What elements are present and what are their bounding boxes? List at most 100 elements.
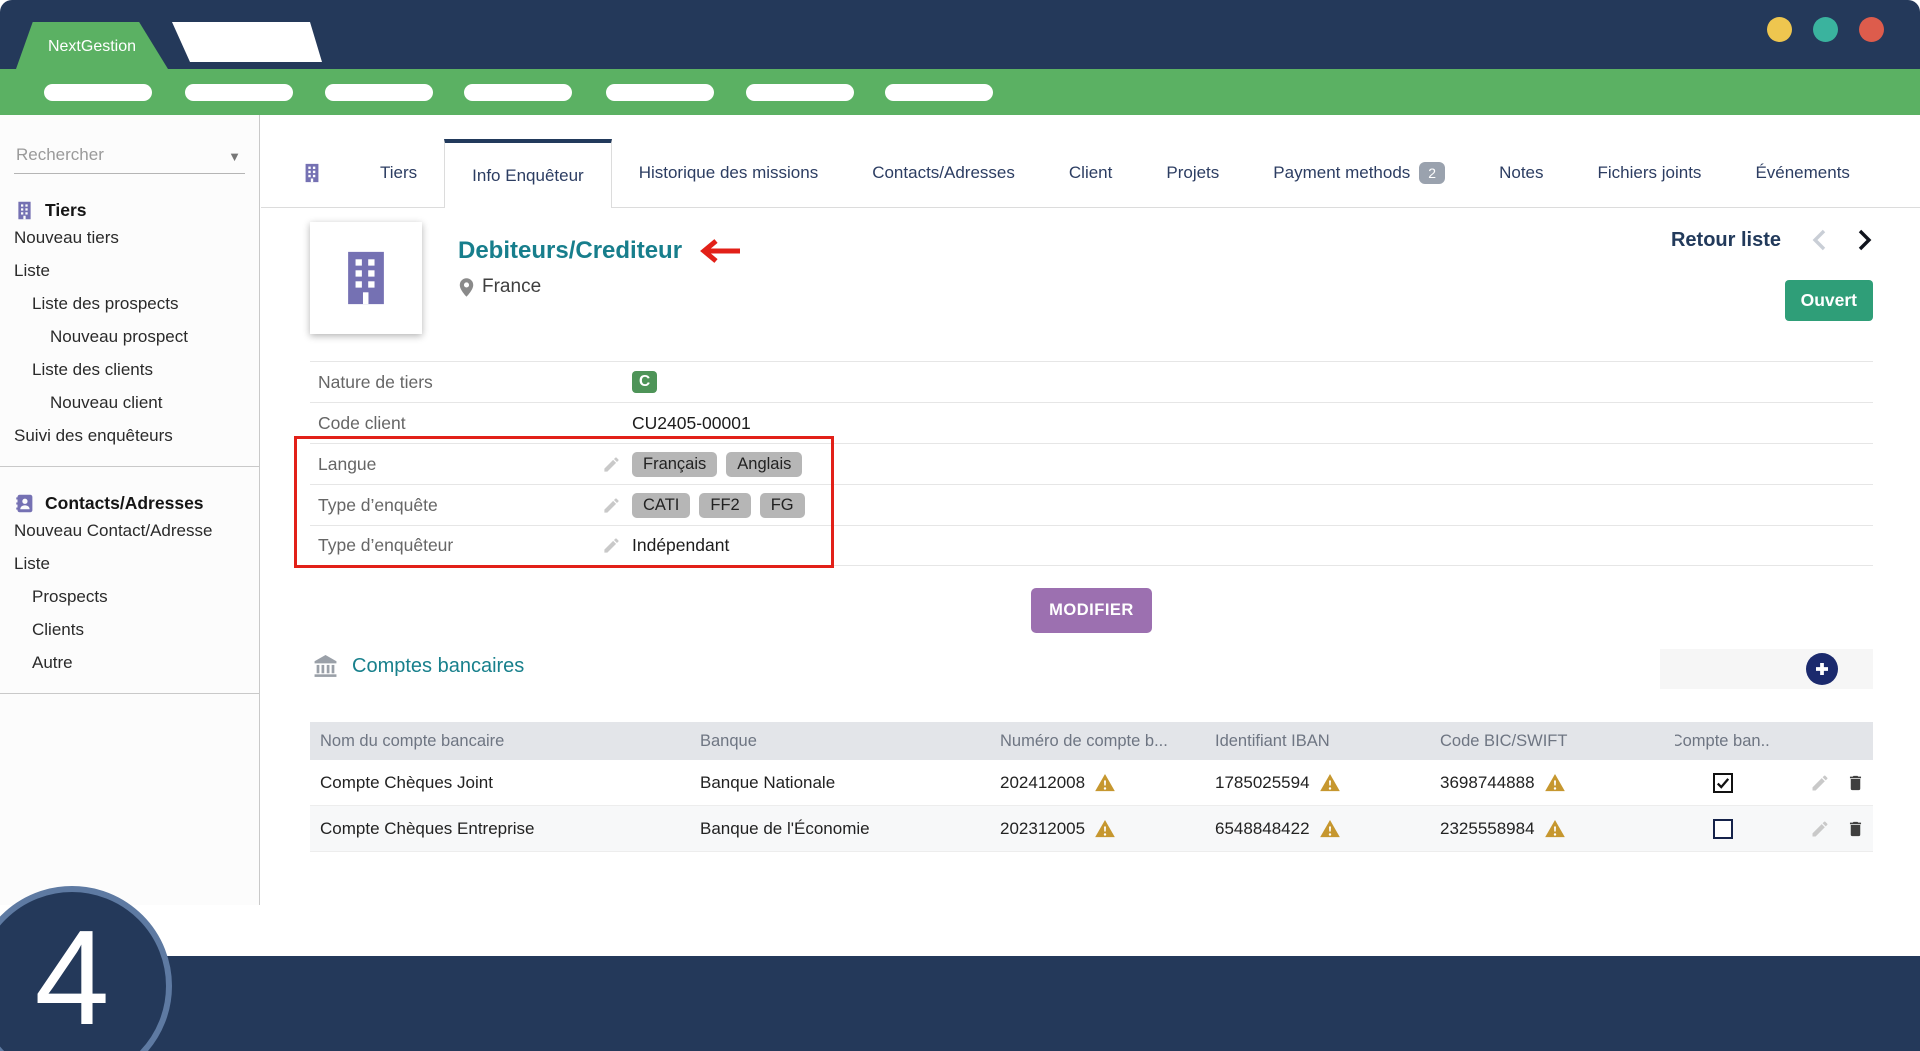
warning-icon (1545, 774, 1565, 792)
building-icon (301, 162, 323, 184)
tab-projets[interactable]: Projets (1139, 139, 1246, 207)
cell-bank: Banque de l'Économie (690, 819, 990, 839)
field-row-nature: Nature de tiers C (310, 361, 1873, 402)
tab-evenements[interactable]: Événements (1728, 139, 1877, 207)
warning-icon (1545, 820, 1565, 838)
cell-number: 202412008 (1000, 773, 1085, 793)
table-row: Compte Chèques Joint Banque Nationale 20… (310, 760, 1873, 806)
step-number: 4 (34, 910, 109, 1045)
search-input[interactable] (16, 145, 243, 165)
edit-row-button[interactable] (1810, 773, 1830, 793)
record-avatar (310, 222, 422, 334)
brand-tab: NextGestion (16, 22, 168, 69)
delete-row-button[interactable] (1846, 819, 1865, 839)
tab-fichiers-joints[interactable]: Fichiers joints (1571, 139, 1729, 207)
sidebar-item-liste-prospects[interactable]: Liste des prospects (0, 287, 259, 320)
plus-icon (1813, 660, 1831, 678)
type-enquete-chip: FG (760, 493, 805, 518)
sidebar-item-nouveau-tiers[interactable]: Nouveau tiers (0, 221, 259, 254)
col-header-nom: Nom du compte bancaire (310, 732, 690, 751)
default-account-checkbox[interactable] (1713, 773, 1733, 793)
field-label: Langue (310, 454, 602, 475)
window-controls (1767, 17, 1884, 42)
pencil-icon[interactable] (602, 496, 621, 515)
field-label: Nature de tiers (310, 372, 602, 393)
field-row-type-enqueteur: Type d’enquêteur Indépendant (310, 525, 1873, 566)
modifier-button[interactable]: MODIFIER (1031, 588, 1152, 633)
trash-icon (1846, 819, 1865, 839)
sidebar-item-liste-tiers[interactable]: Liste (0, 254, 259, 287)
pencil-icon (1810, 819, 1830, 839)
bank-toolbar-strip (1660, 649, 1873, 689)
sidebar-item-clients[interactable]: Clients (0, 613, 259, 646)
sidebar-divider (0, 693, 259, 694)
chevron-down-icon[interactable]: ▼ (228, 149, 241, 164)
tab-notes[interactable]: Notes (1472, 139, 1570, 207)
warning-icon (1095, 774, 1115, 792)
tab-client[interactable]: Client (1042, 139, 1139, 207)
table-row: Compte Chèques Entreprise Banque de l'Éc… (310, 806, 1873, 852)
col-header-compte: Compte ban... (1675, 732, 1770, 751)
sidebar-section-title: Contacts/Adresses (45, 493, 204, 514)
nav-placeholder-pill (606, 84, 714, 101)
sidebar-item-nouveau-prospect[interactable]: Nouveau prospect (0, 320, 259, 353)
map-pin-icon (458, 277, 475, 298)
sidebar-section-contacts: Contacts/Adresses (0, 493, 259, 514)
sidebar-item-nouveau-contact[interactable]: Nouveau Contact/Adresse (0, 514, 259, 547)
nav-placeholder-pill (325, 84, 433, 101)
red-arrow-annotation-icon (696, 238, 742, 264)
sidebar-item-liste-clients[interactable]: Liste des clients (0, 353, 259, 386)
back-to-list-link[interactable]: Retour liste (1671, 229, 1781, 252)
building-icon (14, 200, 35, 221)
sidebar-item-prospects[interactable]: Prospects (0, 580, 259, 613)
cell-account-name: Compte Chèques Joint (310, 773, 690, 793)
nav-placeholder-pill (44, 84, 152, 101)
bank-icon (312, 654, 339, 679)
tab-contacts-adresses[interactable]: Contacts/Adresses (845, 139, 1042, 207)
default-account-checkbox[interactable] (1713, 819, 1733, 839)
sidebar-item-suivi-enqueteurs[interactable]: Suivi des enquêteurs (0, 419, 259, 452)
field-row-langue: Langue Français Anglais (310, 443, 1873, 484)
nav-placeholder-pill (185, 84, 293, 101)
field-label: Type d’enquêteur (310, 535, 602, 556)
sidebar-section-title: Tiers (45, 200, 87, 221)
col-header-bic: Code BIC/SWIFT (1430, 732, 1675, 751)
cell-iban: 6548848422 (1215, 819, 1310, 839)
add-bank-account-button[interactable] (1806, 653, 1838, 685)
window-dot-teal[interactable] (1813, 17, 1838, 42)
tab-info-enqueteur[interactable]: Info Enquêteur (444, 139, 612, 208)
delete-row-button[interactable] (1846, 773, 1865, 793)
cell-bic: 2325558984 (1440, 819, 1535, 839)
col-header-iban: Identifiant IBAN (1205, 732, 1430, 751)
status-ouvert-button[interactable]: Ouvert (1785, 280, 1873, 321)
chevron-right-icon[interactable] (1857, 228, 1873, 252)
window-dot-red[interactable] (1859, 17, 1884, 42)
chevron-left-icon[interactable] (1811, 228, 1827, 252)
nav-placeholder-pill (464, 84, 572, 101)
tab-tiers[interactable]: Tiers (353, 139, 444, 207)
langue-chip: Anglais (726, 452, 802, 477)
sidebar-item-liste-contacts[interactable]: Liste (0, 547, 259, 580)
cell-iban: 1785025594 (1215, 773, 1310, 793)
edit-row-button[interactable] (1810, 819, 1830, 839)
cell-number: 202312005 (1000, 819, 1085, 839)
brand-logo: NextGestion (48, 38, 136, 56)
secondary-tab-placeholder (172, 22, 322, 62)
tab-historique-missions[interactable]: Historique des missions (612, 139, 846, 207)
window-dot-yellow[interactable] (1767, 17, 1792, 42)
pencil-icon[interactable] (602, 455, 621, 474)
warning-icon (1095, 820, 1115, 838)
col-header-numero: Numéro de compte b... (990, 732, 1205, 751)
field-label: Code client (310, 413, 602, 434)
tab-payment-methods[interactable]: Payment methods 2 (1246, 139, 1472, 207)
sidebar-item-autre[interactable]: Autre (0, 646, 259, 679)
trash-icon (1846, 773, 1865, 793)
type-enquete-chip: FF2 (699, 493, 750, 518)
pencil-icon[interactable] (602, 536, 621, 555)
langue-chip: Français (632, 452, 717, 477)
app-window: NextGestion ▼ Tiers Nouveau tiers (0, 0, 1920, 1051)
footer-bar (0, 956, 1920, 1051)
sidebar-item-nouveau-client[interactable]: Nouveau client (0, 386, 259, 419)
payment-methods-count-badge: 2 (1419, 162, 1445, 184)
building-icon (333, 245, 399, 311)
